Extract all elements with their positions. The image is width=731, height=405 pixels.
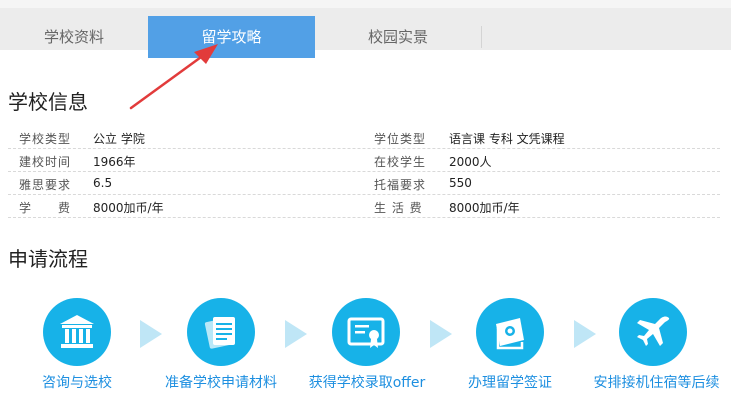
step-label: 安排接机住宿等后续 — [593, 375, 720, 391]
info-row: 学校类型 公立 学院 学位类型 语言课 专科 文凭课程 — [8, 126, 720, 149]
info-label: 学位类型 — [374, 132, 427, 146]
step-label: 咨询与选校 — [42, 375, 112, 391]
annotation-arrow — [129, 44, 218, 110]
step-circle — [619, 298, 687, 366]
step-label: 办理留学签证 — [468, 375, 552, 391]
airplane-icon — [637, 316, 670, 346]
chevron-right-icon — [574, 320, 596, 348]
school-info-table: 学校类型 公立 学院 学位类型 语言课 专科 文凭课程 建校时间 1966年 在… — [8, 126, 720, 218]
step-label: 获得学校录取offer — [308, 375, 426, 391]
info-value: 8000加币/年 — [93, 201, 164, 215]
info-label: 建校时间 — [19, 155, 72, 169]
info-row: 学 费 8000加币/年 生 活 费 8000加币/年 — [8, 195, 720, 218]
step-circle — [476, 298, 544, 366]
school-info-title: 学校信息 — [8, 90, 88, 114]
info-value: 8000加币/年 — [449, 201, 520, 215]
info-label: 学校类型 — [19, 132, 72, 146]
step-label: 准备学校申请材料 — [165, 375, 277, 391]
chevron-right-icon — [285, 320, 307, 348]
info-label: 学 费 — [19, 201, 72, 215]
documents-icon — [204, 317, 235, 349]
info-value: 2000人 — [449, 155, 492, 169]
info-row: 建校时间 1966年 在校学生 2000人 — [8, 149, 720, 172]
info-label: 托福要求 — [374, 178, 427, 192]
passport-icon — [496, 318, 524, 350]
info-value: 1966年 — [93, 155, 136, 169]
step-circle — [187, 298, 255, 366]
certificate-icon — [347, 317, 385, 348]
info-value: 6.5 — [93, 176, 113, 190]
info-value: 公立 学院 — [93, 132, 145, 146]
step-circle — [332, 298, 400, 366]
chevron-right-icon — [140, 320, 162, 348]
info-value: 550 — [449, 176, 472, 190]
info-label: 雅思要求 — [19, 178, 72, 192]
step-circle — [43, 298, 111, 366]
info-row: 雅思要求 6.5 托福要求 550 — [8, 172, 720, 195]
building-icon — [60, 315, 94, 348]
info-label: 在校学生 — [374, 155, 427, 169]
chevron-right-icon — [430, 320, 452, 348]
info-label: 生 活 费 — [374, 201, 423, 215]
application-process: 咨询与选校 准备学校申请材料 获得学校录取offer 办理留学签证 安排接机住宿… — [0, 298, 731, 405]
info-value: 语言课 专科 文凭课程 — [449, 132, 565, 146]
process-title: 申请流程 — [8, 247, 88, 271]
